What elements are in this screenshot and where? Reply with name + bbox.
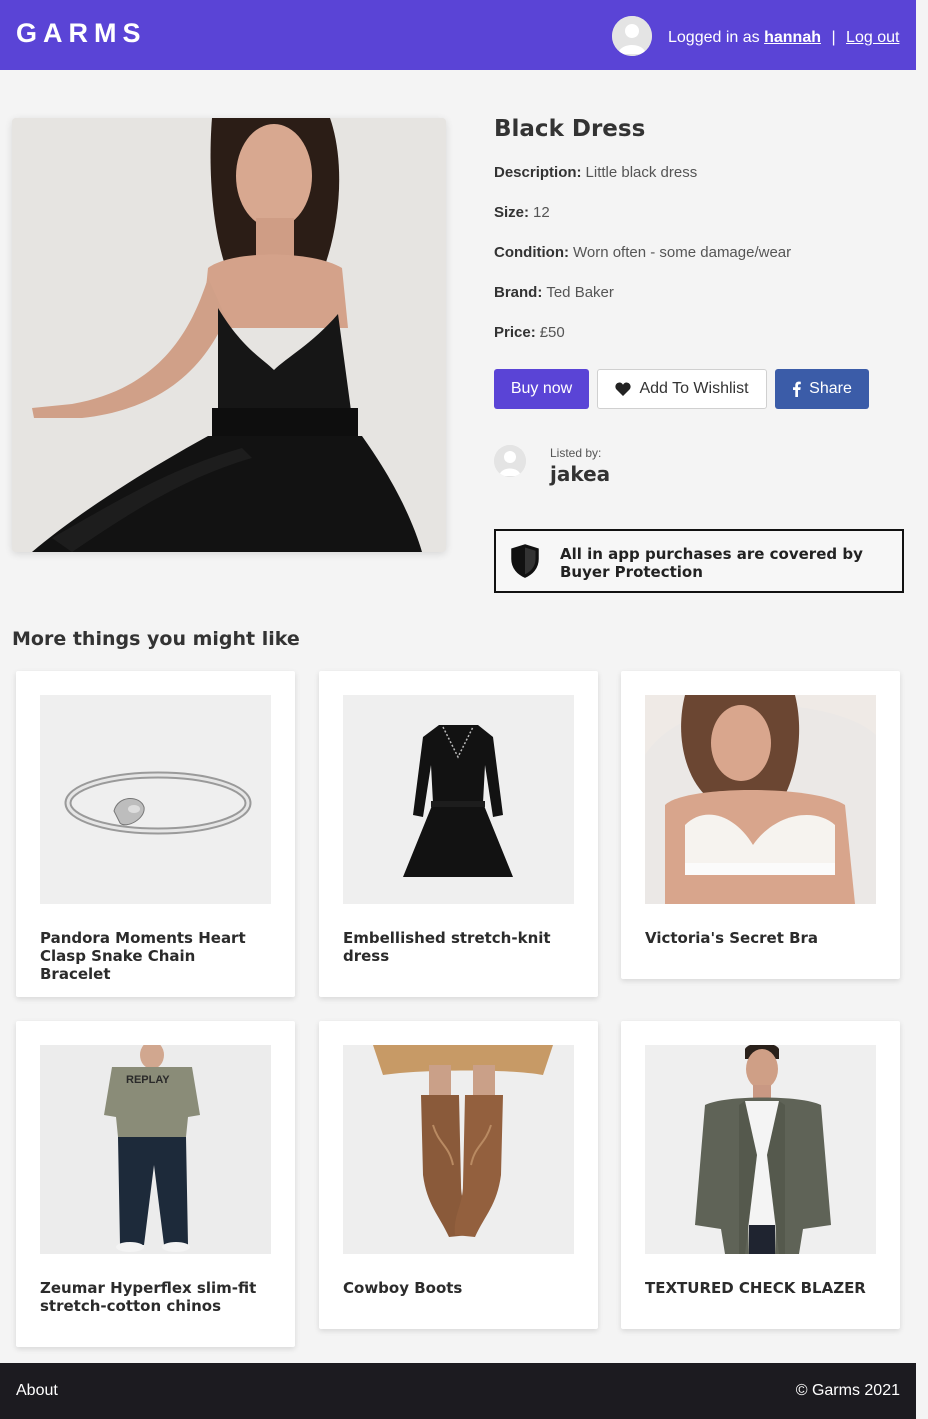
price-label: Price:: [494, 324, 536, 341]
facebook-icon: [793, 381, 801, 397]
buy-now-label: Buy now: [510, 380, 573, 397]
card-title[interactable]: Cowboy Boots: [343, 1279, 574, 1297]
shield-icon: [511, 544, 539, 578]
svg-text:REPLAY: REPLAY: [126, 1074, 170, 1086]
condition-value: Worn often - some damage/wear: [572, 244, 792, 261]
listed-by-label: Listed by:: [550, 446, 602, 460]
username-link[interactable]: hannah: [764, 29, 821, 46]
size-value: 12: [533, 204, 550, 221]
price-row: Price: £50: [494, 324, 565, 341]
buyer-protection-text: All in app purchases are covered by Buye…: [560, 545, 863, 581]
card-title[interactable]: TEXTURED CHECK BLAZER: [645, 1279, 876, 1297]
recommendation-card[interactable]: Victoria's Secret Bra: [621, 671, 900, 979]
buy-now-button[interactable]: Buy now: [494, 369, 589, 409]
recommendation-card[interactable]: Embellished stretch-knit dress: [319, 671, 598, 997]
buyer-protection-banner: All in app purchases are covered by Buye…: [494, 529, 904, 593]
brand-label: Brand:: [494, 284, 543, 301]
product-thumbnail[interactable]: REPLAY: [40, 1045, 271, 1254]
product-thumbnail[interactable]: [40, 695, 271, 904]
seller-name-link[interactable]: jakea: [550, 462, 610, 486]
product-thumbnail[interactable]: [343, 695, 574, 904]
recommendation-card[interactable]: Pandora Moments Heart Clasp Snake Chain …: [16, 671, 295, 997]
recommendation-card[interactable]: TEXTURED CHECK BLAZER: [621, 1021, 900, 1329]
add-to-wishlist-button[interactable]: Add To Wishlist: [597, 369, 767, 409]
share-label: Share: [809, 380, 852, 397]
condition-label: Condition:: [494, 244, 569, 261]
product-title: Black Dress: [494, 116, 646, 142]
recommendation-card[interactable]: Cowboy Boots: [319, 1021, 598, 1329]
garms-logo[interactable]: GARMS: [16, 18, 147, 49]
size-row: Size: 12: [494, 204, 550, 221]
user-avatar-icon[interactable]: [612, 16, 652, 56]
logged-in-label: Logged in as: [668, 29, 760, 46]
description-label: Description:: [494, 164, 582, 181]
card-title[interactable]: Embellished stretch-knit dress: [343, 929, 574, 965]
product-thumbnail[interactable]: [645, 1045, 876, 1254]
share-button[interactable]: Share: [775, 369, 869, 409]
product-thumbnail[interactable]: [343, 1045, 574, 1254]
card-title[interactable]: Zeumar Hyperflex slim-fit stretch-cotton…: [40, 1279, 271, 1315]
wishlist-label: Add To Wishlist: [639, 380, 749, 397]
seller-avatar-icon[interactable]: [494, 445, 526, 477]
card-title[interactable]: Pandora Moments Heart Clasp Snake Chain …: [40, 929, 271, 983]
description-value: Little black dress: [585, 164, 698, 181]
top-nav-bar: GARMS Logged in as hannah | Log out: [0, 0, 916, 70]
logout-link[interactable]: Log out: [846, 29, 899, 46]
price-value: £50: [539, 324, 565, 341]
description-row: Description: Little black dress: [494, 164, 697, 181]
heart-icon: [615, 382, 632, 396]
recommendations-heading: More things you might like: [12, 628, 300, 650]
brand-row: Brand: Ted Baker: [494, 284, 614, 301]
product-main-image: [12, 118, 446, 552]
login-status: Logged in as hannah | Log out: [668, 29, 899, 47]
card-title[interactable]: Victoria's Secret Bra: [645, 929, 876, 947]
product-thumbnail[interactable]: [645, 695, 876, 904]
condition-row: Condition: Worn often - some damage/wear: [494, 244, 791, 261]
product-details: Black Dress Description: Little black dre…: [494, 116, 904, 486]
recommendation-card[interactable]: REPLAY Zeumar Hyperflex slim-fit stretch…: [16, 1021, 295, 1347]
footer: About © Garms 2021: [0, 1363, 916, 1419]
about-link[interactable]: About: [16, 1382, 58, 1400]
size-label: Size:: [494, 204, 530, 221]
separator: |: [831, 29, 836, 46]
copyright-text: © Garms 2021: [795, 1382, 900, 1399]
brand-value: Ted Baker: [546, 284, 614, 301]
